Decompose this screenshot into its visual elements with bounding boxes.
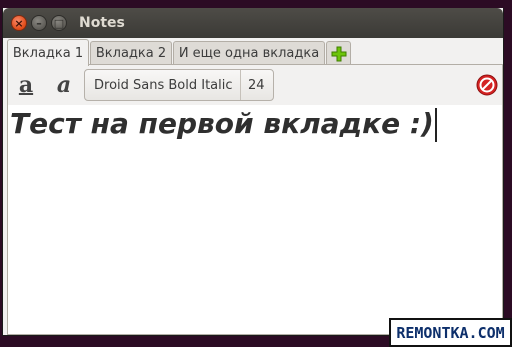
tab-2[interactable]: Вкладка 2 <box>90 41 172 65</box>
title-bar[interactable]: × – □ Notes <box>3 8 503 38</box>
toolbar: a a Droid Sans Bold Italic 24 <box>8 65 502 105</box>
window-title: Notes <box>79 15 125 31</box>
font-name-label: Droid Sans Bold Italic <box>94 77 233 93</box>
app-window: × – □ Notes Вкладка 1 Вкладка 2 И еще од… <box>2 8 504 336</box>
close-window-button[interactable]: × <box>11 15 27 31</box>
close-tab-button[interactable] <box>476 74 498 96</box>
tab-1[interactable]: Вкладка 1 <box>7 39 89 66</box>
editor-content: Тест на первой вкладке :) <box>10 107 434 140</box>
watermark-text: REMONTKA.COM <box>396 323 505 342</box>
regular-font-icon[interactable]: a <box>14 72 38 98</box>
watermark-logo: REMONTKA.COM <box>389 318 512 347</box>
green-plus-icon <box>331 46 346 61</box>
minimize-window-button[interactable]: – <box>31 15 47 31</box>
tab-content-panel: a a Droid Sans Bold Italic 24 Тест на пе… <box>7 64 503 335</box>
italic-font-glyph: a <box>56 72 72 98</box>
maximize-window-button[interactable]: □ <box>51 15 67 31</box>
text-editor[interactable]: Тест на первой вкладке :) <box>8 105 502 334</box>
font-chooser-button[interactable]: Droid Sans Bold Italic 24 <box>84 69 274 101</box>
tab-3[interactable]: И еще одна вкладка <box>173 41 325 65</box>
regular-font-glyph: a <box>18 72 34 98</box>
editor-text: Тест на первой вкладке :) <box>10 105 437 143</box>
add-tab-button[interactable] <box>326 41 351 65</box>
italic-font-icon[interactable]: a <box>52 72 76 98</box>
no-entry-icon <box>476 74 498 96</box>
text-cursor <box>434 108 437 142</box>
font-size-label: 24 <box>248 77 265 93</box>
